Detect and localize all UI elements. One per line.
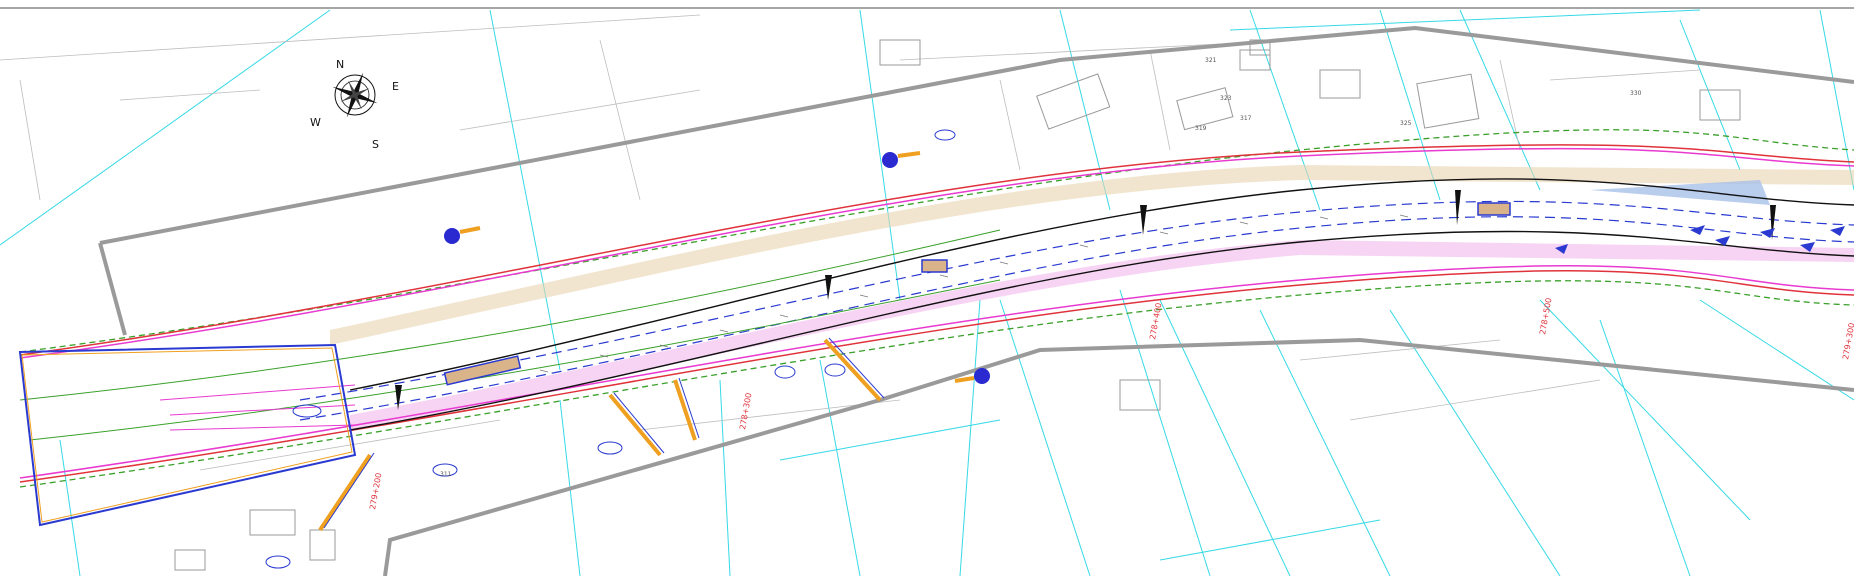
parcel-lines	[0, 9, 1854, 576]
left-work-zone	[18, 343, 357, 527]
parcel-label: 319	[1195, 125, 1207, 132]
parcel-label: 317	[1240, 115, 1252, 122]
project-boundary-left	[98, 242, 127, 336]
chainage-label: 279+200	[368, 472, 383, 510]
compass-rose	[332, 72, 378, 118]
compass-east-label: E	[392, 80, 399, 93]
chainage-label: 278+300	[738, 392, 753, 430]
parcel-label: 330	[1630, 90, 1642, 97]
parcel-label: 323	[1220, 95, 1232, 102]
road-plan-drawing: N E S W 321 323 325 317 319 330 311 278+…	[0, 7, 1854, 576]
compass-north-label: N	[336, 58, 344, 71]
compass-west-label: W	[310, 116, 321, 129]
parcel-label: 311	[440, 471, 452, 478]
chainage-label: 278+500	[1538, 297, 1553, 335]
parcel-label: 321	[1205, 57, 1217, 64]
magenta-lines	[159, 384, 356, 431]
chainage-label: 279+300	[1841, 322, 1854, 360]
compass-south-label: S	[372, 138, 379, 151]
drawing-viewport[interactable]: N E S W 321 323 325 317 319 330 311 278+…	[0, 0, 1854, 576]
parcel-label: 325	[1400, 120, 1412, 127]
chainage-label: 278+400	[1148, 302, 1163, 340]
